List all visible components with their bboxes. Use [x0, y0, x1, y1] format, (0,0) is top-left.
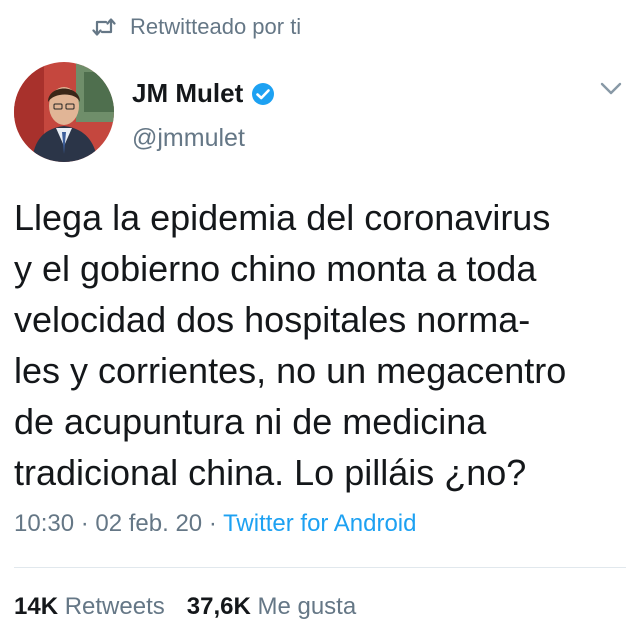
divider — [14, 567, 626, 568]
likes-count: 37,6K — [186, 593, 251, 620]
retweets-stat[interactable]: 14K Retweets — [14, 593, 165, 621]
avatar[interactable] — [14, 62, 114, 162]
tweet-line: de acupuntura ni de medicina — [14, 401, 487, 442]
tweet-meta: 10:30 · 02 feb. 20 · Twitter for Android — [14, 510, 416, 538]
tweet-line: tradicional china. Lo pilláis ¿no? — [14, 452, 527, 493]
tweet-line: Llega la epidemia del coronavirus — [14, 197, 551, 238]
retweets-label: Retweets — [64, 593, 165, 620]
tweet-line: les y corrientes, no un megacentro — [14, 350, 567, 391]
author-handle[interactable]: @jmmulet — [132, 124, 245, 153]
likes-stat[interactable]: 37,6K Me gusta — [187, 593, 356, 621]
author-display-name[interactable]: JM Mulet — [132, 78, 243, 109]
tweet-date[interactable]: 02 feb. 20 — [95, 510, 202, 537]
verified-badge-icon — [251, 82, 275, 106]
tweet-text: Llega la epidemia del coronavirus y el g… — [14, 192, 630, 498]
tweet-line: velocidad dos hospitales norma- — [14, 299, 531, 340]
retweet-icon — [92, 17, 116, 37]
author-name-row[interactable]: JM Mulet — [132, 78, 275, 109]
chevron-down-icon[interactable] — [600, 82, 622, 96]
retweets-count: 14K — [14, 593, 59, 620]
tweet-source-link[interactable]: Twitter for Android — [223, 510, 416, 537]
retweet-banner: Retwitteado por ti — [92, 14, 301, 40]
tweet-stats: 14K Retweets 37,6K Me gusta — [14, 593, 356, 621]
retweet-label: Retwitteado por ti — [130, 14, 302, 39]
tweet-time[interactable]: 10:30 — [14, 510, 74, 537]
tweet-line: y el gobierno chino monta a toda — [14, 248, 537, 289]
meta-separator: · — [202, 510, 224, 537]
meta-separator: · — [74, 510, 96, 537]
likes-label: Me gusta — [257, 593, 357, 620]
